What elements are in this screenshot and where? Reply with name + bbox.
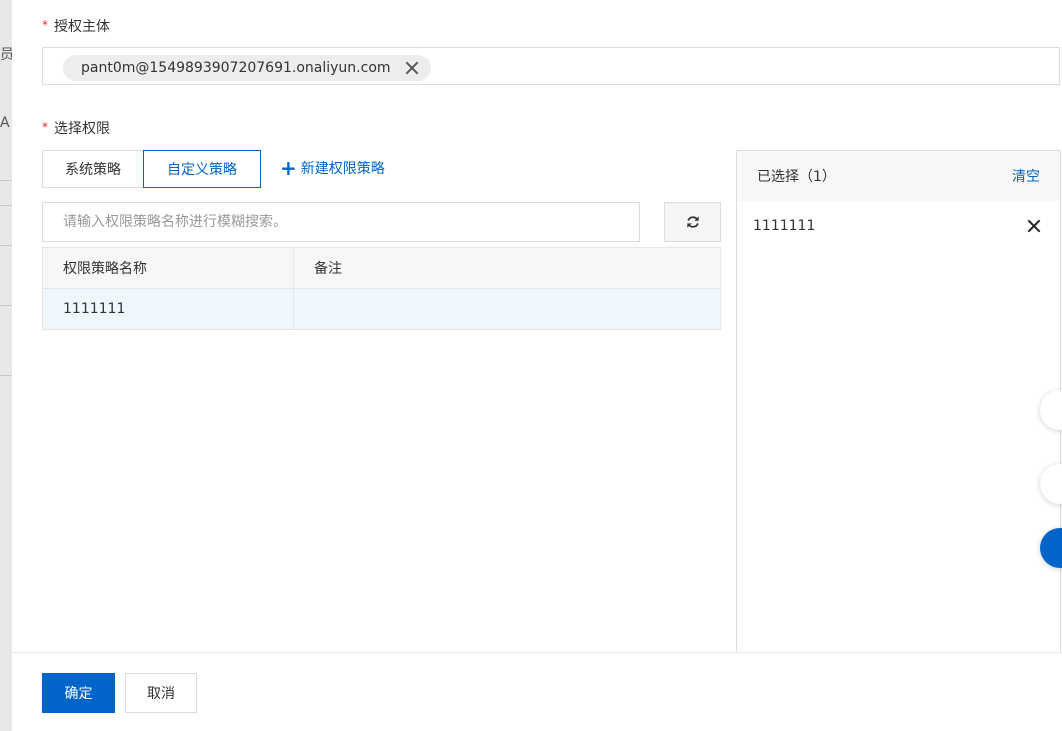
new-policy-link[interactable]: + 新建权限策略	[280, 158, 385, 178]
policy-name-cell: 1111111	[43, 289, 294, 329]
policy-search-input[interactable]	[42, 202, 640, 242]
policy-table: 权限策略名称 备注 1111111	[42, 247, 721, 330]
selected-panel-header: 已选择（1） 清空	[737, 151, 1060, 201]
plus-icon: +	[280, 156, 297, 180]
principal-input[interactable]: pant0m@1549893907207691.onaliyun.com	[42, 47, 1060, 85]
selected-item-label: 1111111	[753, 218, 816, 234]
required-mark: *	[42, 18, 48, 32]
selected-panel: 已选择（1） 清空 1111111	[736, 150, 1061, 653]
tab-system-policy[interactable]: 系统策略	[42, 150, 144, 188]
principal-tag: pant0m@1549893907207691.onaliyun.com	[63, 55, 431, 81]
principal-tag-label: pant0m@1549893907207691.onaliyun.com	[81, 60, 391, 76]
background-page: 员 A	[0, 0, 12, 731]
refresh-icon	[686, 216, 699, 228]
remove-icon[interactable]	[1026, 218, 1042, 234]
confirm-button[interactable]: 确定	[42, 673, 115, 713]
tab-custom-policy[interactable]: 自定义策略	[143, 150, 261, 188]
background-text-fragment: 员	[0, 47, 12, 63]
column-header-policy-name: 权限策略名称	[43, 248, 294, 288]
selected-item: 1111111	[737, 201, 1060, 251]
new-policy-label: 新建权限策略	[300, 161, 385, 177]
cancel-button[interactable]: 取消	[125, 673, 197, 713]
table-header: 权限策略名称 备注	[43, 248, 720, 289]
selected-title: 已选择（1）	[757, 169, 836, 185]
table-row[interactable]: 1111111	[43, 289, 720, 330]
required-mark: *	[42, 120, 48, 134]
authorization-drawer: * 授权主体 pant0m@1549893907207691.onaliyun.c…	[12, 0, 1062, 731]
policy-type-tabs: 系统策略 自定义策略	[42, 150, 261, 188]
clear-button[interactable]: 清空	[1012, 166, 1040, 186]
footer-divider	[12, 652, 1062, 653]
close-icon[interactable]	[405, 61, 419, 75]
policy-note-cell	[294, 289, 720, 329]
background-text-fragment: A	[0, 115, 10, 131]
permission-label: * 选择权限	[42, 120, 110, 137]
column-header-note: 备注	[314, 261, 342, 277]
refresh-button[interactable]	[664, 202, 721, 242]
principal-label: * 授权主体	[42, 18, 110, 35]
